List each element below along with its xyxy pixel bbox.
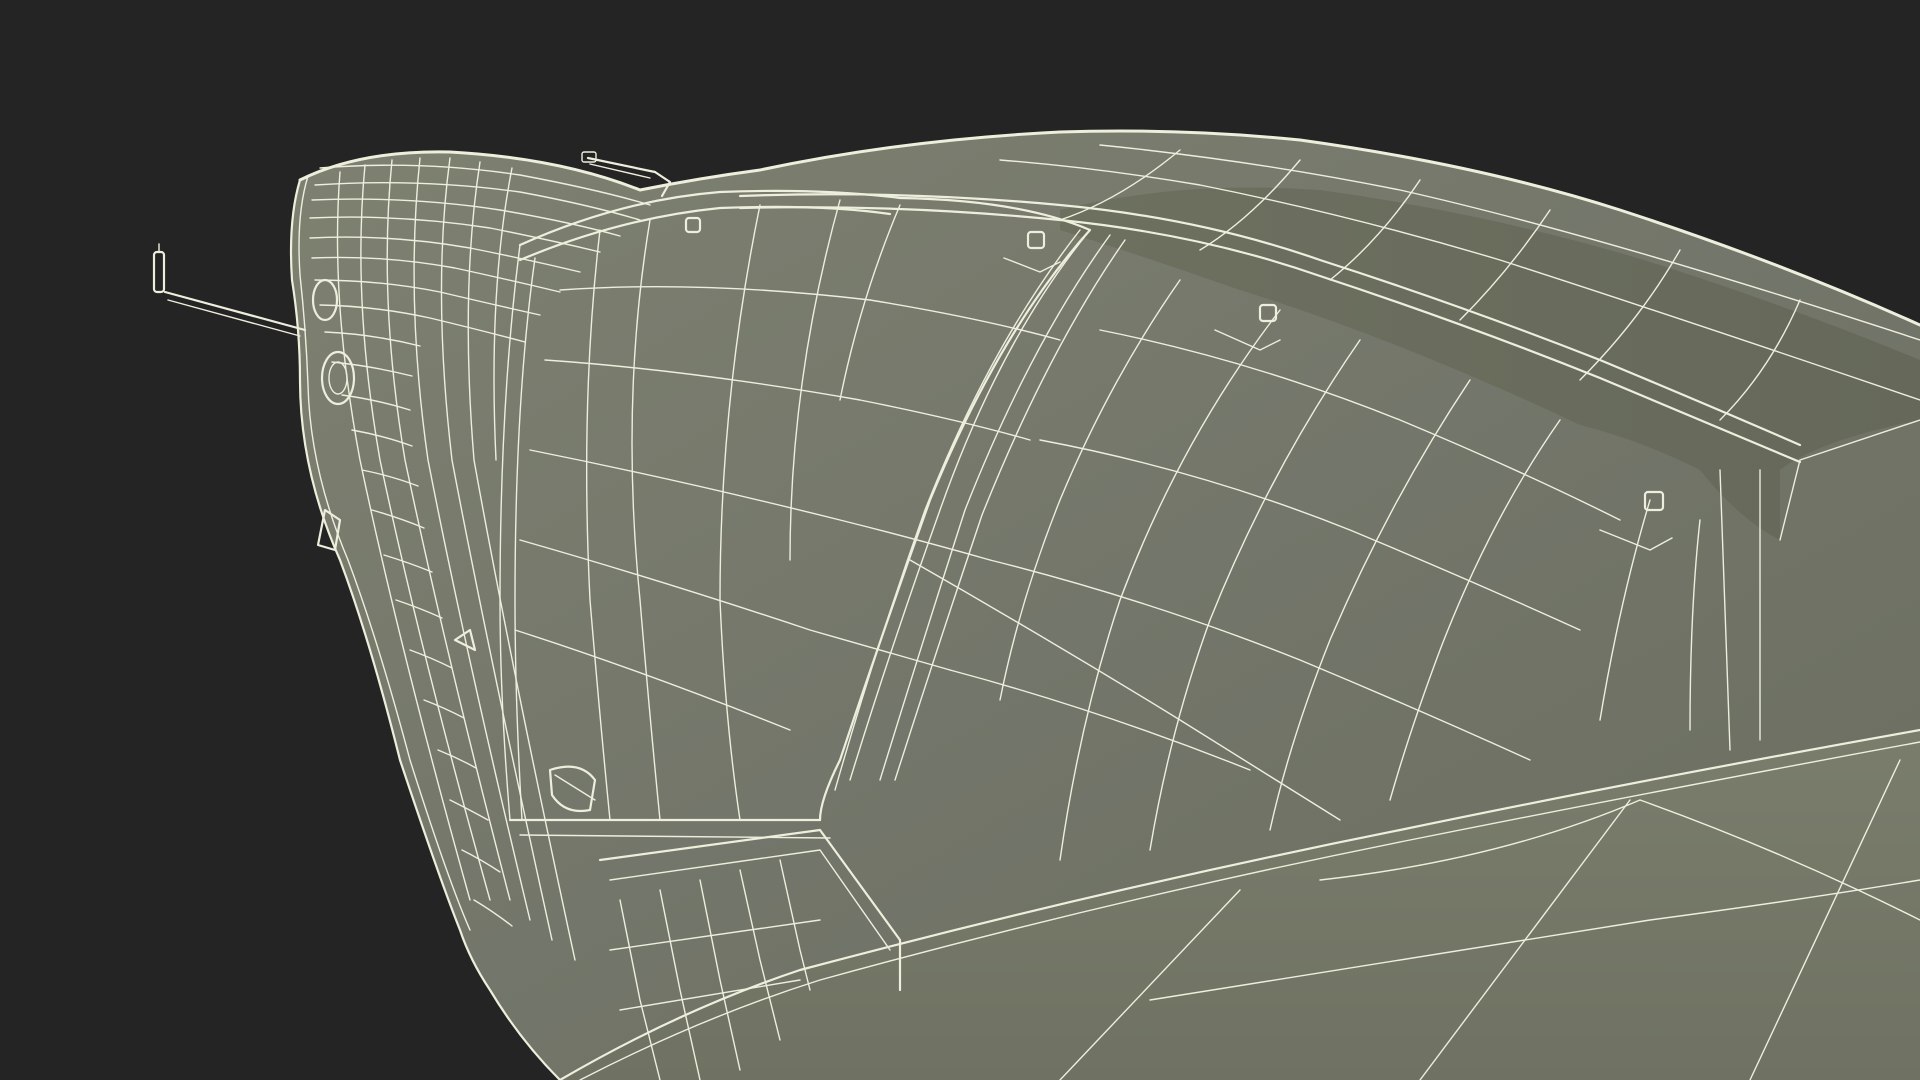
render-viewport [0,0,1920,1080]
wireframe-model [152,129,1920,1080]
antenna-left [152,243,307,337]
